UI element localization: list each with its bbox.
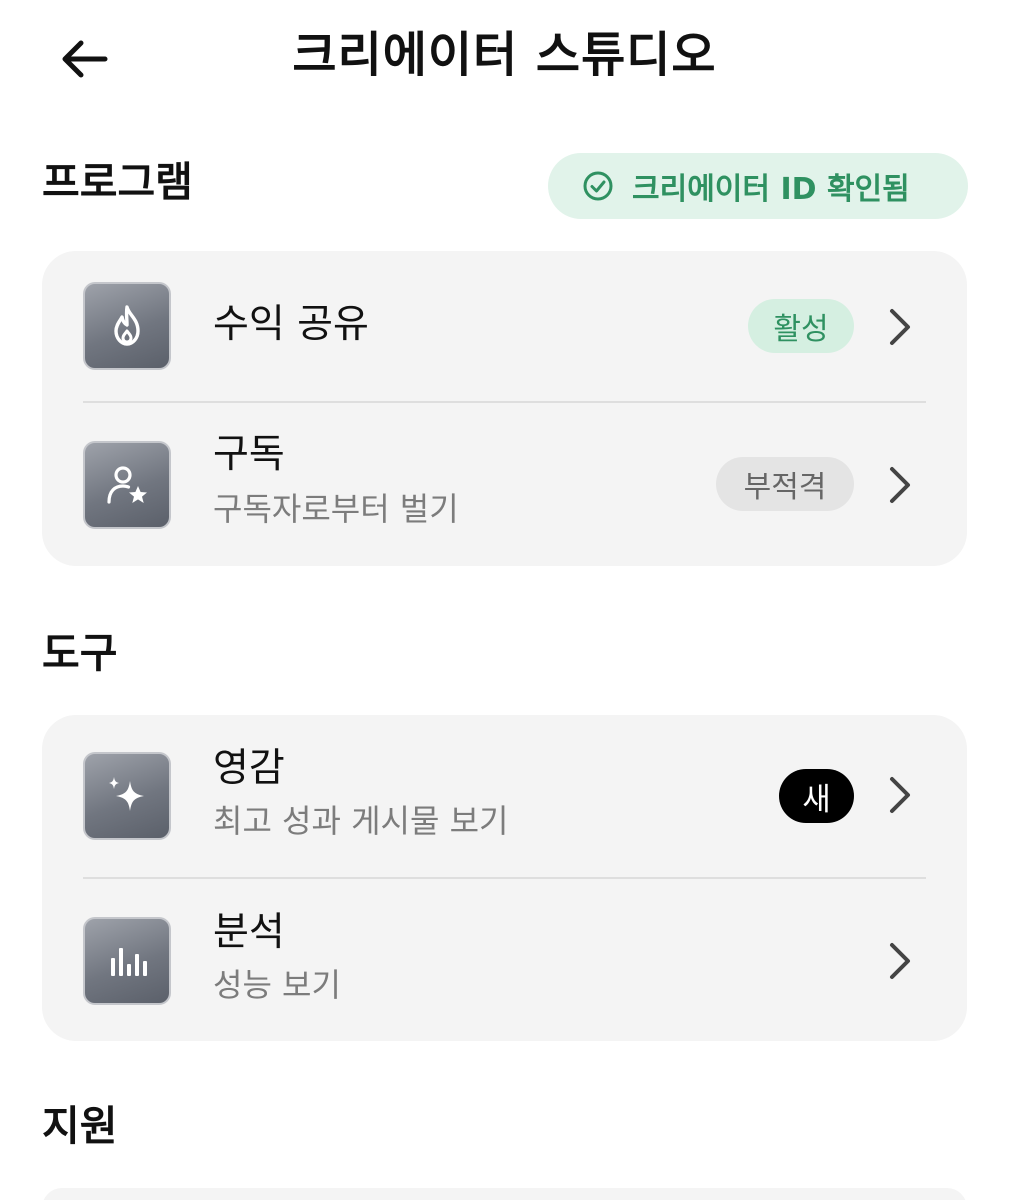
subscriptions-app-icon: [83, 441, 171, 529]
section-title-programs: 프로그램: [42, 158, 193, 206]
support-card: [42, 1188, 967, 1200]
chevron-right-icon: [890, 467, 910, 503]
inspiration-app-icon: [83, 752, 171, 840]
analytics-subtitle: 성능 보기: [213, 966, 341, 1004]
creator-studio-screen: 크리에이터 스튜디오 프로그램 크리에이터 ID 확인됨 수익 공유 활성 구독…: [0, 0, 1009, 1200]
chevron-right-icon: [890, 943, 910, 979]
inspiration-title: 영감: [213, 746, 285, 791]
sparkle-icon: [109, 777, 144, 811]
bar-chart-icon: [111, 948, 147, 976]
tool-item-inspiration[interactable]: 영감 최고 성과 게시물 보기 새: [42, 715, 967, 877]
chevron-right-icon: [890, 777, 910, 813]
section-title-support: 지원: [42, 1102, 118, 1150]
programs-card: 수익 공유 활성 구독 구독자로부터 벌기 부적격: [42, 251, 967, 566]
subscriptions-subtitle: 구독자로부터 벌기: [213, 490, 459, 528]
creator-id-verified-badge: 크리에이터 ID 확인됨: [548, 153, 968, 219]
status-badge-ineligible: 부적격: [716, 457, 854, 511]
inspiration-subtitle: 최고 성과 게시물 보기: [213, 802, 509, 840]
revenue-sharing-app-icon: [83, 282, 171, 370]
subscriptions-title: 구독: [213, 432, 285, 477]
new-badge: 새: [779, 769, 854, 823]
check-circle-icon: [583, 171, 613, 201]
top-app-bar: 크리에이터 스튜디오: [0, 0, 1009, 110]
status-badge-active: 활성: [748, 299, 854, 353]
revenue-sharing-title: 수익 공유: [213, 302, 369, 347]
section-title-tools: 도구: [42, 629, 118, 677]
flame-icon: [114, 305, 140, 346]
program-item-subscriptions[interactable]: 구독 구독자로부터 벌기 부적격: [42, 403, 967, 566]
analytics-app-icon: [83, 917, 171, 1005]
verified-badge-label: 크리에이터 ID 확인됨: [632, 172, 910, 207]
page-title: 크리에이터 스튜디오: [292, 27, 717, 83]
chevron-right-icon: [890, 309, 910, 345]
program-item-revenue-sharing[interactable]: 수익 공유 활성: [42, 251, 967, 402]
analytics-title: 분석: [213, 910, 285, 955]
person-star-icon: [107, 466, 147, 504]
tools-card: 영감 최고 성과 게시물 보기 새 분석 성능 보기: [42, 715, 967, 1041]
tool-item-analytics[interactable]: 분석 성능 보기: [42, 879, 967, 1041]
